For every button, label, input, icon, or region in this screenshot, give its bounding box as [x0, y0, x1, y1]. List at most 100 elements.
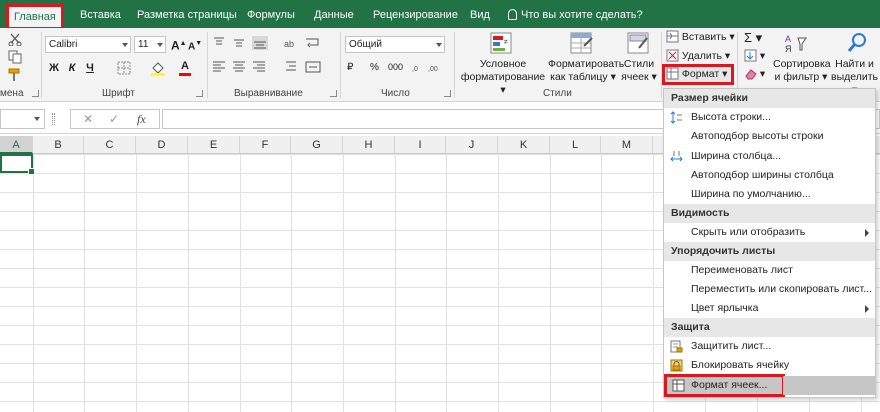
- column-header-c[interactable]: C: [84, 136, 136, 154]
- menu-item-label: Формат ячеек...: [691, 379, 768, 391]
- percent-button[interactable]: %: [370, 60, 379, 75]
- tab-review[interactable]: Рецензирование: [367, 4, 464, 26]
- column-header-j[interactable]: J: [446, 136, 498, 154]
- separator: [41, 32, 42, 98]
- tab-home[interactable]: Главная: [6, 4, 64, 30]
- menu-item-rename-sheet[interactable]: Переименовать лист: [664, 261, 875, 280]
- format-painter-icon[interactable]: [8, 68, 22, 82]
- gridline: [653, 154, 654, 412]
- column-header-b[interactable]: B: [33, 136, 84, 154]
- font-size-select[interactable]: 11: [134, 36, 166, 53]
- insert-function-button[interactable]: fx: [137, 112, 146, 127]
- gridline: [395, 154, 396, 412]
- fill-color-icon[interactable]: [150, 60, 166, 76]
- menu-item-default-width[interactable]: Ширина по умолчанию...: [664, 185, 875, 204]
- cut-icon[interactable]: [8, 32, 22, 46]
- cell-styles-button[interactable]: Стили ячеек ▾: [618, 58, 660, 84]
- conditional-formatting-button[interactable]: Условное форматирование ▾: [458, 58, 548, 97]
- vertical-align-icons[interactable]: [212, 36, 272, 50]
- decimal-icons[interactable]: ,0 ,00: [412, 61, 444, 74]
- gridline: [601, 154, 602, 412]
- column-header-e[interactable]: E: [188, 136, 240, 154]
- tab-data[interactable]: Данные: [308, 4, 360, 26]
- menu-item-move-copy-sheet[interactable]: Переместить или скопировать лист...: [664, 280, 875, 299]
- thousands-icon: 000: [388, 62, 404, 72]
- increase-font-button[interactable]: A▲: [171, 36, 187, 53]
- column-header-a[interactable]: A: [0, 136, 33, 154]
- cancel-icon[interactable]: ✕: [83, 112, 93, 126]
- underline-button[interactable]: Ч: [83, 60, 97, 76]
- resize-handle[interactable]: [52, 113, 55, 125]
- menu-item-hide-unhide[interactable]: Скрыть или отобразить: [664, 223, 875, 242]
- column-header-m[interactable]: M: [601, 136, 653, 154]
- menu-item-label: Ширина столбца...: [691, 150, 782, 162]
- indent-merge-icons[interactable]: [284, 60, 324, 74]
- confirm-icon[interactable]: ✓: [109, 112, 119, 126]
- font-color-button[interactable]: A: [178, 58, 192, 76]
- gridline: [498, 154, 499, 412]
- font-launcher-icon[interactable]: [196, 90, 203, 97]
- column-header-h[interactable]: H: [343, 136, 395, 154]
- cell-styles-icon[interactable]: [627, 32, 651, 54]
- gridline: [550, 154, 551, 412]
- currency-button[interactable]: ₽: [347, 60, 353, 75]
- format-as-table-button[interactable]: Форматировать как таблицу ▾: [548, 58, 624, 84]
- copy-icon[interactable]: [8, 50, 22, 64]
- column-header-f[interactable]: F: [240, 136, 291, 154]
- cell-styles-label-2: ячеек ▾: [621, 71, 657, 83]
- format-label: Формат: [681, 68, 720, 80]
- font-name-select[interactable]: Calibri: [45, 36, 131, 53]
- font-color-swatch: [179, 73, 191, 76]
- delete-button[interactable]: Удалить ▾: [666, 49, 730, 64]
- tell-me-box[interactable]: Что вы хотите сделать?: [508, 4, 643, 26]
- svg-text:,00: ,00: [428, 66, 438, 73]
- insert-button[interactable]: Вставить ▾: [666, 30, 735, 45]
- thousands-button[interactable]: 000: [388, 60, 403, 75]
- svg-text:А: А: [785, 34, 791, 44]
- conditional-formatting-icon[interactable]: ≠: [490, 32, 514, 54]
- column-header-d[interactable]: D: [136, 136, 188, 154]
- menu-item-protect-sheet[interactable]: Защитить лист...: [664, 337, 875, 356]
- menu-item-tab-color[interactable]: Цвет ярлычка: [664, 299, 875, 318]
- autosum-button[interactable]: Σ ▾: [744, 30, 762, 45]
- alignment-launcher-icon[interactable]: [330, 90, 337, 97]
- separator: [340, 32, 341, 98]
- number-format-select[interactable]: Общий: [345, 36, 445, 53]
- format-button[interactable]: Формат ▾: [662, 64, 734, 85]
- column-header-g[interactable]: G: [291, 136, 343, 154]
- bold-button[interactable]: Ж: [47, 60, 61, 76]
- borders-icon[interactable]: [117, 61, 131, 75]
- menu-item-column-width[interactable]: Ширина столбца...: [664, 147, 875, 166]
- name-box[interactable]: [0, 109, 45, 129]
- horizontal-align-icons[interactable]: [212, 60, 272, 74]
- menu-item-autofit-row-height[interactable]: Автоподбор высоты строки: [664, 127, 875, 146]
- sort-filter-icon[interactable]: АЯ: [784, 32, 810, 54]
- formula-buttons: ✕ ✓ fx: [70, 109, 160, 129]
- clipboard-launcher-icon[interactable]: [32, 90, 39, 97]
- orientation-wrap-icons[interactable]: ab: [284, 36, 324, 50]
- format-as-table-icon[interactable]: [570, 32, 594, 54]
- menu-item-format-cells[interactable]: Формат ячеек...: [664, 374, 785, 397]
- menu-item-label: Блокировать ячейку: [691, 359, 790, 371]
- alignment-group-label: Выравнивание: [234, 88, 303, 99]
- clipboard-group-label: мена: [0, 88, 24, 99]
- column-header-l[interactable]: L: [550, 136, 601, 154]
- fill-button[interactable]: ▾: [744, 49, 765, 64]
- tab-view[interactable]: Вид: [464, 4, 496, 26]
- sort-filter-button[interactable]: Сортировка и фильтр ▾: [773, 58, 831, 84]
- menu-item-row-height[interactable]: Высота строки...: [664, 108, 875, 127]
- gridline: [343, 154, 344, 412]
- find-select-icon[interactable]: [846, 32, 868, 54]
- italic-button[interactable]: К: [65, 60, 79, 76]
- menu-item-lock-cell[interactable]: Блокировать ячейку: [664, 356, 875, 375]
- tab-formulas[interactable]: Формулы: [241, 4, 301, 26]
- tab-page-layout[interactable]: Разметка страницы: [131, 4, 243, 26]
- tab-insert[interactable]: Вставка: [74, 4, 127, 26]
- active-cell-a1[interactable]: [0, 154, 35, 175]
- clear-button[interactable]: ▾: [744, 67, 765, 82]
- number-launcher-icon[interactable]: [444, 90, 451, 97]
- column-header-k[interactable]: K: [498, 136, 550, 154]
- menu-item-autofit-column-width[interactable]: Автоподбор ширины столбца: [664, 166, 875, 185]
- column-header-i[interactable]: I: [395, 136, 446, 154]
- decrease-font-button[interactable]: A▼: [188, 36, 202, 53]
